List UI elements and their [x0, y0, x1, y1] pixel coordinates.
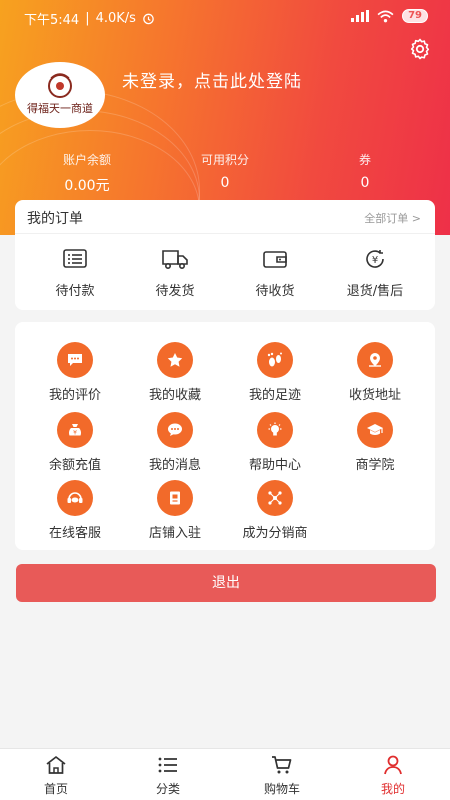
wifi-icon	[377, 10, 394, 22]
service-customer-support[interactable]: 在线客服	[25, 480, 125, 541]
message-icon	[168, 423, 182, 436]
svg-text:¥: ¥	[73, 430, 77, 437]
truck-icon	[162, 250, 188, 270]
status-time: 下午5:44	[24, 13, 80, 28]
service-label: 帮助中心	[248, 458, 301, 473]
share-icon	[268, 491, 282, 505]
order-label: 退货/售后	[346, 284, 404, 299]
user-icon	[384, 755, 402, 775]
tab-mine[interactable]: 我的	[353, 755, 433, 797]
battery-indicator: 79	[402, 9, 428, 23]
home-icon	[46, 756, 66, 774]
svg-text:¥: ¥	[372, 255, 378, 266]
bulb-icon	[268, 422, 282, 436]
orders-card: 我的订单 全部订单 > 待付款 待发货 待收货 ¥ 退货/售后	[15, 200, 435, 310]
comment-icon	[68, 354, 82, 366]
service-label: 商学院	[355, 458, 395, 473]
stat-label: 账户余额	[62, 153, 111, 167]
star-icon	[167, 353, 183, 367]
orders-header: 我的订单 全部订单 >	[15, 200, 435, 234]
login-prompt[interactable]: 未登录，点击此处登陆	[122, 67, 302, 92]
order-label: 待付款	[55, 284, 95, 299]
service-label: 我的收藏	[148, 388, 201, 403]
tab-home[interactable]: 首页	[16, 755, 96, 797]
invoice-icon	[63, 249, 87, 268]
tab-label: 我的	[380, 782, 405, 796]
status-bar: 下午5:44 | 4.0K/s 79	[0, 0, 450, 34]
alarm-icon	[143, 13, 154, 25]
logout-button[interactable]: 退出	[16, 564, 436, 602]
stat-points[interactable]: 可用积分 0	[170, 151, 280, 191]
service-messages[interactable]: 我的消息	[125, 412, 225, 473]
order-label: 待发货	[155, 284, 195, 299]
headset-icon	[67, 492, 83, 503]
bottom-tab-bar: 首页 分类 购物车 我的	[0, 748, 450, 800]
stat-coupons[interactable]: 券 0	[310, 151, 420, 191]
service-recharge[interactable]: ¥ 余额充值	[25, 412, 125, 473]
order-pending-shipment[interactable]: 待发货	[125, 248, 225, 299]
footprint-icon	[267, 352, 282, 367]
stat-value: 0	[220, 175, 230, 191]
service-address[interactable]: 收货地址	[325, 342, 425, 403]
list-icon	[158, 757, 177, 773]
service-academy[interactable]: 商学院	[325, 412, 425, 473]
service-favorites[interactable]: 我的收藏	[125, 342, 225, 403]
refund-icon: ¥	[366, 250, 384, 268]
avatar[interactable]: 得福天一商道	[15, 62, 105, 128]
stat-value: 0.00元	[64, 178, 110, 194]
service-label: 我的足迹	[248, 388, 301, 403]
stat-label: 可用积分	[200, 153, 249, 167]
stat-label: 券	[358, 153, 371, 167]
services-card: 我的评价 我的收藏 我的足迹 收货地址 ¥ 余额充值 我的消息 帮助中心 商学院…	[15, 322, 435, 550]
tab-cart[interactable]: 购物车	[242, 755, 322, 797]
order-refund[interactable]: ¥ 退货/售后	[325, 248, 425, 299]
tab-category[interactable]: 分类	[128, 755, 208, 797]
all-orders-link[interactable]: 全部订单 >	[364, 210, 421, 226]
service-label: 在线客服	[48, 526, 101, 541]
service-footprints[interactable]: 我的足迹	[225, 342, 325, 403]
signal-icon	[351, 10, 370, 22]
cart-icon	[272, 756, 292, 774]
stat-balance[interactable]: 账户余额 0.00元	[32, 151, 142, 195]
network-speed: 4.0K/s	[95, 11, 136, 26]
service-label: 收货地址	[348, 388, 401, 403]
tab-label: 首页	[43, 782, 68, 796]
brand-logo: 得福天一商道	[27, 73, 93, 115]
service-reviews[interactable]: 我的评价	[25, 342, 125, 403]
order-label: 待收货	[255, 284, 295, 299]
svg-text:得福天一商道: 得福天一商道	[27, 101, 93, 115]
wallet-icon	[263, 251, 287, 268]
service-label: 余额充值	[48, 458, 101, 473]
service-become-distributor[interactable]: 成为分销商	[225, 480, 325, 541]
orders-title: 我的订单	[27, 211, 83, 227]
order-pending-payment[interactable]: 待付款	[25, 248, 125, 299]
service-label: 成为分销商	[242, 526, 308, 541]
store-doc-icon	[170, 491, 180, 505]
tab-label: 分类	[155, 782, 180, 796]
tab-label: 购物车	[263, 782, 300, 796]
order-pending-receipt[interactable]: 待收货	[225, 248, 325, 299]
service-label: 店铺入驻	[148, 526, 201, 541]
service-label: 我的消息	[148, 458, 201, 473]
stat-value: 0	[360, 175, 370, 191]
service-help[interactable]: 帮助中心	[225, 412, 325, 473]
location-icon	[369, 353, 381, 367]
service-label: 我的评价	[48, 388, 101, 403]
gear-icon[interactable]	[408, 37, 432, 61]
graduation-cap-icon	[367, 424, 383, 435]
service-store-join[interactable]: 店铺入驻	[125, 480, 225, 541]
money-bag-icon: ¥	[69, 424, 81, 437]
